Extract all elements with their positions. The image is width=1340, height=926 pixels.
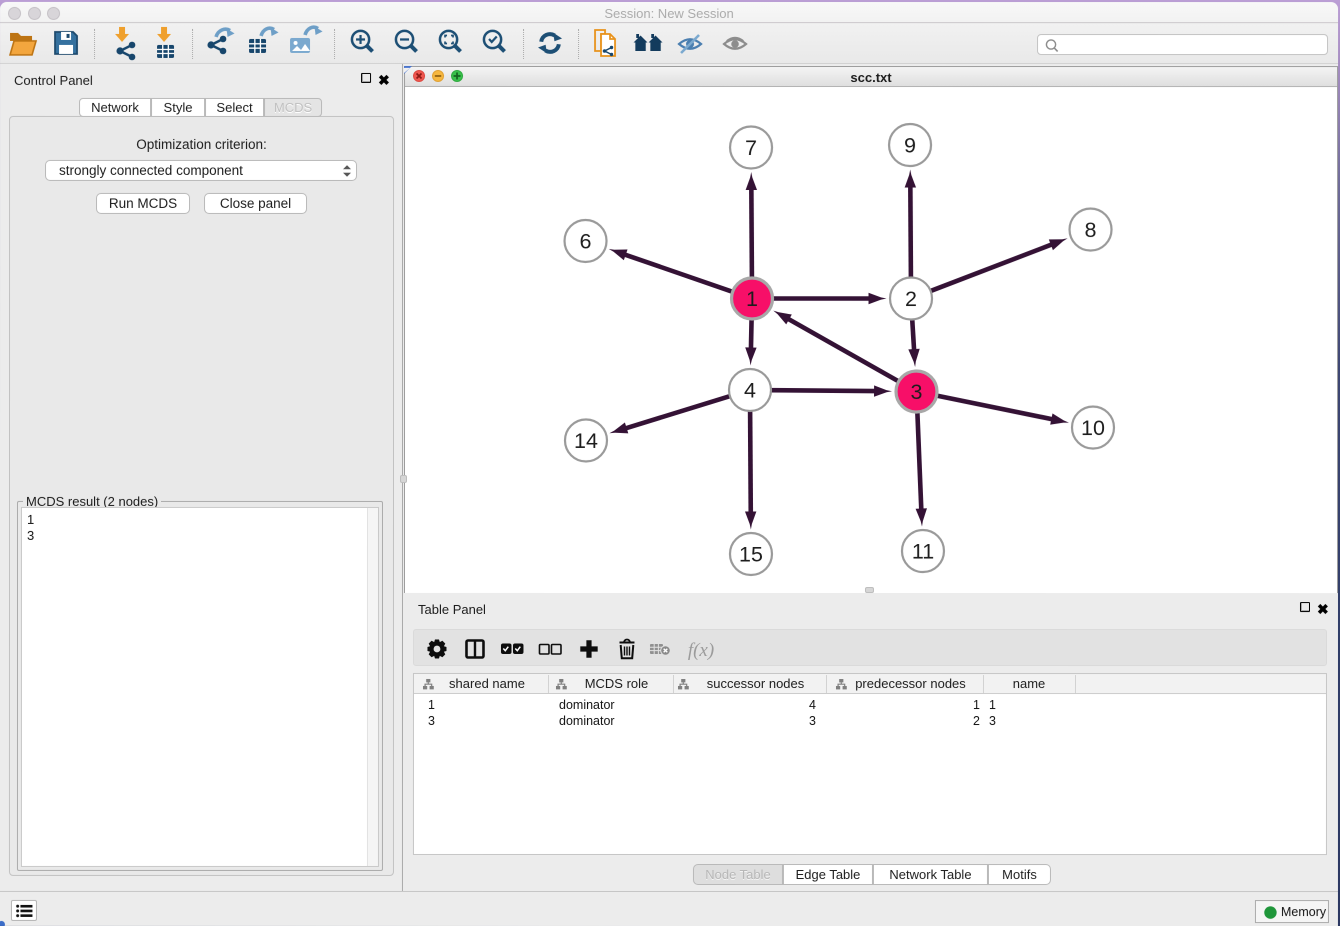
svg-text:4: 4 xyxy=(744,378,756,402)
svg-text:9: 9 xyxy=(904,134,916,158)
svg-text:3: 3 xyxy=(911,380,923,404)
svg-text:15: 15 xyxy=(739,542,763,566)
svg-text:11: 11 xyxy=(912,540,934,564)
svg-text:7: 7 xyxy=(745,136,757,160)
svg-text:f(x): f(x) xyxy=(688,640,714,661)
svg-text:1: 1 xyxy=(746,287,758,311)
svg-text:14: 14 xyxy=(574,429,598,453)
svg-text:8: 8 xyxy=(1085,218,1097,242)
svg-text:2: 2 xyxy=(905,287,917,311)
svg-text:6: 6 xyxy=(580,229,592,253)
svg-text:10: 10 xyxy=(1081,416,1105,440)
